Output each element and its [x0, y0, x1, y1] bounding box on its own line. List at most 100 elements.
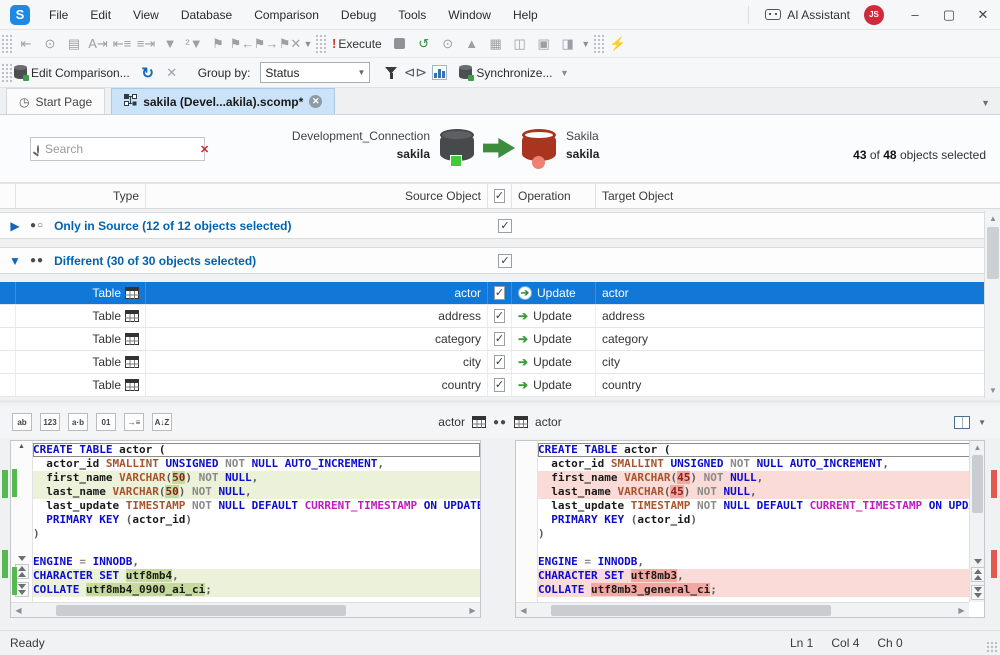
expand-collapse-icon[interactable]: ▶	[0, 219, 30, 233]
group-by-select[interactable]: Status ▼	[260, 62, 370, 83]
user-avatar[interactable]: JS	[864, 5, 884, 25]
bookmark-icon[interactable]: ⚑	[207, 33, 229, 55]
resize-grip[interactable]	[986, 641, 998, 653]
image-icon[interactable]: ▣	[533, 33, 555, 55]
toolbar-grip[interactable]	[316, 34, 326, 54]
navigate-backward-icon[interactable]: ⇤	[15, 33, 37, 55]
scroll-right-icon[interactable]: ▶	[465, 603, 480, 618]
column-header-operation[interactable]: Operation	[512, 184, 596, 208]
table-row[interactable]: Tablecity✓➔Updatecity	[0, 351, 1000, 374]
toolbar-grip[interactable]	[2, 63, 12, 83]
stop-icon[interactable]	[389, 33, 411, 55]
select-all-checkbox[interactable]: ✓	[488, 184, 512, 208]
table-row[interactable]: Tablecountry✓➔Updatecountry	[0, 374, 1000, 397]
menu-database[interactable]: Database	[170, 0, 243, 30]
table-row[interactable]: Tableaddress✓➔Updateaddress	[0, 305, 1000, 328]
last-change-icon[interactable]	[971, 585, 985, 600]
layout-icon[interactable]: ◫	[509, 33, 531, 55]
find-icon[interactable]: ⊲⊳	[404, 62, 426, 84]
maximize-button[interactable]: ▢	[932, 0, 966, 30]
sort-az-icon[interactable]: A↓Z	[152, 413, 172, 431]
menu-window[interactable]: Window	[437, 0, 502, 30]
open-folder-icon[interactable]: ▤	[63, 33, 85, 55]
options-icon[interactable]: ◨	[557, 33, 579, 55]
scroll-left-icon[interactable]: ◀	[11, 603, 26, 618]
group-row-only-in-source[interactable]: ▶●○Only in Source (12 of 12 objects sele…	[0, 212, 1000, 239]
tab-start-page[interactable]: ◷Start Page	[6, 88, 105, 114]
menu-debug[interactable]: Debug	[330, 0, 387, 30]
synchronize-caret[interactable]: ▼	[558, 68, 570, 78]
table-row[interactable]: Tablecategory✓➔Updatecategory	[0, 328, 1000, 351]
vertical-scrollbar[interactable]: ▲	[969, 441, 984, 602]
ai-assistant-button[interactable]: AI Assistant	[757, 2, 858, 28]
camera-icon[interactable]: ⊙	[437, 33, 459, 55]
tab-sakila-scomp[interactable]: sakila (Devel...akila).scomp*✕	[111, 88, 335, 114]
filter-icon[interactable]	[380, 62, 402, 84]
cancel-comparison-icon[interactable]: ✕	[161, 62, 183, 84]
screenshot-icon[interactable]: ⊙	[39, 33, 61, 55]
target-sql-code[interactable]: CREATE TABLE actor ( actor_id SMALLINT U…	[538, 441, 984, 617]
synchronize-button[interactable]: Synchronize...	[459, 66, 558, 80]
first-change-icon[interactable]	[971, 567, 985, 582]
edit-comparison-button[interactable]: Edit Comparison...	[14, 66, 136, 80]
toolbar-grip[interactable]	[594, 34, 604, 54]
scrollbar-thumb[interactable]	[551, 605, 831, 616]
rename-icon[interactable]: A⇥	[87, 33, 109, 55]
next-bookmark-icon[interactable]: ⚑→	[255, 33, 277, 55]
line-numbers-icon[interactable]: 123	[40, 413, 60, 431]
search-input[interactable]	[45, 142, 200, 156]
refresh-icon[interactable]: ↻	[137, 62, 159, 84]
menu-file[interactable]: File	[38, 0, 79, 30]
scroll-up-icon[interactable]: ▲	[985, 211, 1000, 226]
column-header-target-object[interactable]: Target Object	[596, 184, 1000, 208]
horizontal-scrollbar[interactable]: ◀ ▶	[11, 602, 480, 617]
column-header-source-object[interactable]: Source Object	[146, 184, 488, 208]
menu-tools[interactable]: Tools	[387, 0, 437, 30]
scrollbar-thumb[interactable]	[987, 227, 999, 279]
menu-edit[interactable]: Edit	[79, 0, 122, 30]
scroll-down-icon[interactable]: ▼	[985, 383, 1000, 398]
scroll-down-icon[interactable]	[974, 559, 982, 564]
increase-indent-icon[interactable]: ≡⇥	[135, 33, 157, 55]
checkbox[interactable]: ✓	[494, 378, 505, 392]
target-sql-editor[interactable]: CREATE TABLE actor ( actor_id SMALLINT U…	[515, 440, 985, 618]
row-checkbox[interactable]: ✓	[488, 328, 512, 350]
database-build-icon[interactable]: ▦	[485, 33, 507, 55]
expand-collapse-icon[interactable]: ▼	[0, 254, 30, 268]
checkbox[interactable]: ✓	[494, 332, 505, 346]
layout-columns-icon[interactable]	[954, 416, 970, 429]
group-row-different[interactable]: ▼●●Different (30 of 30 objects selected)…	[0, 247, 1000, 274]
history-icon[interactable]: ↺	[413, 33, 435, 55]
uncomment-icon[interactable]: ²▼	[183, 33, 205, 55]
menu-comparison[interactable]: Comparison	[243, 0, 330, 30]
word-diff-icon[interactable]: a·b	[68, 413, 88, 431]
group-checkbox[interactable]: ✓	[498, 219, 512, 233]
prev-bookmark-icon[interactable]: ⚑←	[231, 33, 253, 55]
layout-caret[interactable]: ▼	[978, 418, 986, 427]
row-checkbox[interactable]: ✓	[488, 282, 512, 304]
source-sql-code[interactable]: CREATE TABLE actor ( actor_id SMALLINT U…	[33, 441, 480, 617]
scrollbar-thumb[interactable]	[56, 605, 346, 616]
horizontal-scrollbar[interactable]: ◀ ▶	[516, 602, 969, 617]
close-tab-icon[interactable]: ✕	[309, 95, 322, 108]
toolbar-overflow-caret[interactable]: ▼	[302, 39, 314, 49]
checkbox[interactable]: ✓	[494, 309, 505, 323]
toolbar-overflow-caret[interactable]: ▼	[580, 39, 592, 49]
binary-view-icon[interactable]: 01	[96, 413, 116, 431]
row-checkbox[interactable]: ✓	[488, 351, 512, 373]
new-connection-icon[interactable]: ⚡	[607, 33, 629, 55]
row-checkbox[interactable]: ✓	[488, 305, 512, 327]
tab-list-caret[interactable]: ▼	[981, 98, 990, 108]
minimize-button[interactable]: –	[898, 0, 932, 30]
menu-view[interactable]: View	[122, 0, 170, 30]
checkbox[interactable]: ✓	[494, 286, 505, 300]
scroll-left-icon[interactable]: ◀	[516, 603, 531, 618]
clear-bookmarks-icon[interactable]: ⚑✕	[279, 33, 301, 55]
execute-button[interactable]: Execute	[338, 37, 381, 51]
toolbar-grip[interactable]	[2, 34, 12, 54]
table-row[interactable]: Tableactor✓➔Updateactor	[0, 282, 1000, 305]
report-icon[interactable]	[428, 62, 450, 84]
menu-help[interactable]: Help	[502, 0, 549, 30]
source-sql-editor[interactable]: ▲ CREATE TABLE actor ( actor_id SMALLINT…	[10, 440, 481, 618]
export-icon[interactable]: ▲	[461, 33, 483, 55]
